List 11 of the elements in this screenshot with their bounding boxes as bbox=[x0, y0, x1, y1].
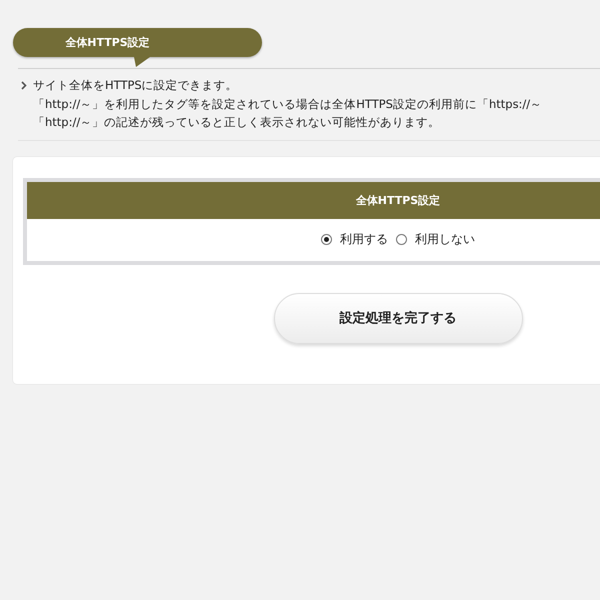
submit-button[interactable]: 設定処理を完了する bbox=[274, 292, 522, 344]
radio-label[interactable]: 利用しない bbox=[415, 231, 475, 248]
chevron-icon bbox=[21, 80, 27, 90]
radio-button[interactable] bbox=[396, 234, 407, 245]
radio-label[interactable]: 利用する bbox=[340, 231, 388, 248]
bubble-tail-icon bbox=[134, 57, 150, 67]
table-header: 全体HTTPS設定 bbox=[27, 182, 600, 218]
description-text: 「http://～」の記述が残っていると正しく表示されない可能性があります。 bbox=[33, 114, 440, 131]
description-text: 「http://～」を利用したタグ等を設定されている場合は全体HTTPS設定の利用前に「https://～ bbox=[33, 96, 542, 112]
description-text: サイト全体をHTTPSに設定できます。 bbox=[33, 77, 238, 94]
radio-button[interactable] bbox=[321, 234, 332, 245]
